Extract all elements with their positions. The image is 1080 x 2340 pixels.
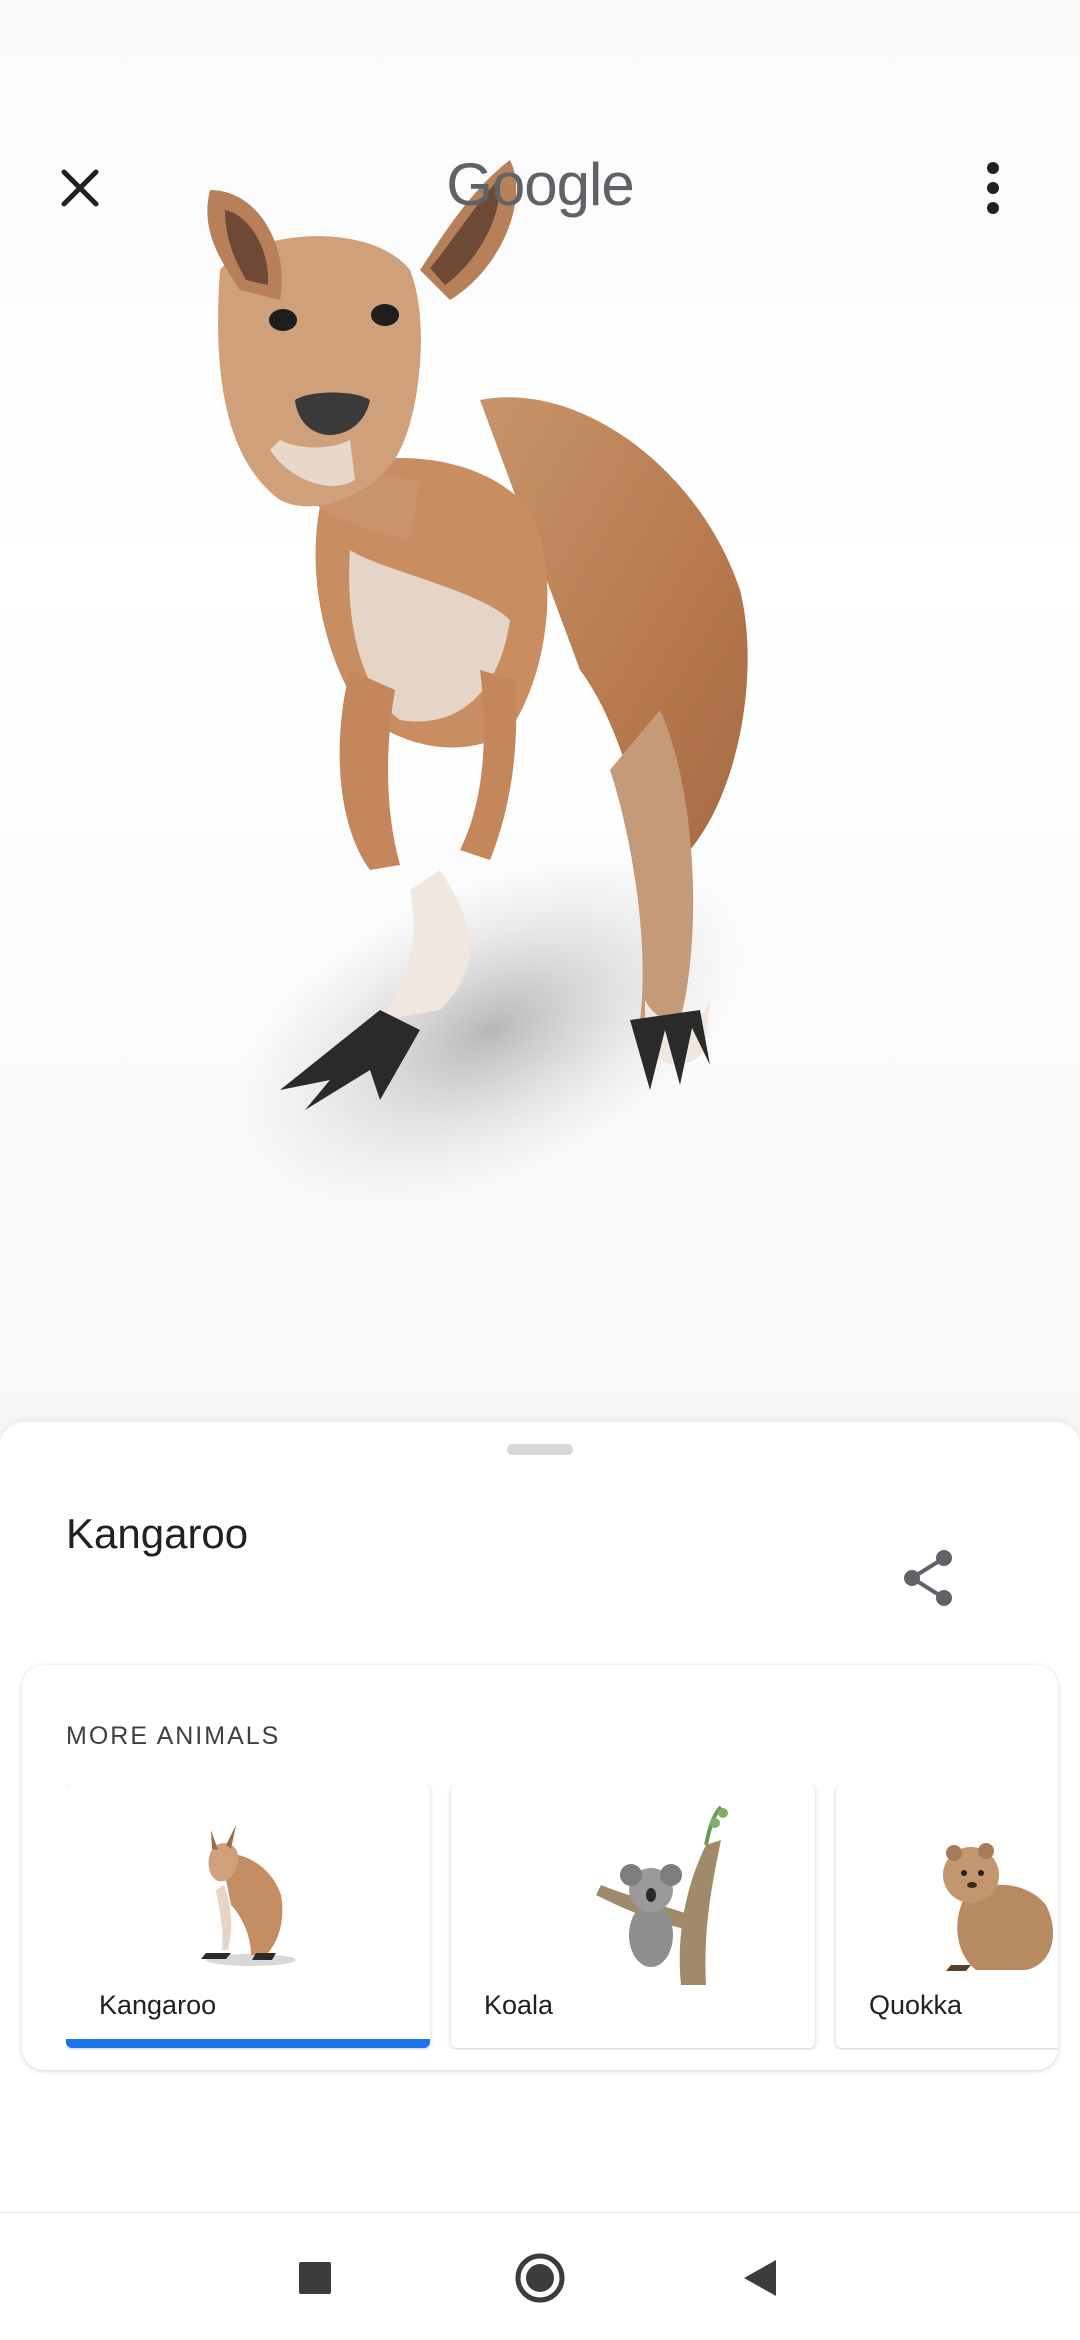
triangle-back-icon [744, 2260, 776, 2296]
circle-icon [515, 2253, 565, 2303]
back-button[interactable] [715, 2233, 805, 2323]
square-icon [299, 2262, 331, 2294]
more-animals-heading: MORE ANIMALS [66, 1722, 281, 1750]
info-bottom-sheet: Kangaroo MORE ANIMALS Kangaroo Koala Quo… [0, 1422, 1080, 2212]
animal-tile-label: Kangaroo [99, 1990, 217, 2020]
selected-indicator [66, 2039, 430, 2048]
animal-tile-label: Koala [484, 1990, 554, 2020]
animal-tile-koala[interactable]: Koala [451, 1785, 815, 2048]
sheet-drag-handle[interactable] [507, 1444, 573, 1455]
kangaroo-3d-model[interactable] [180, 150, 800, 1260]
animal-tile-label: Quokka [869, 1990, 963, 2020]
share-icon [904, 1550, 952, 1606]
animal-title: Kangaroo [66, 1510, 249, 1557]
more-animals-card: MORE ANIMALS Kangaroo Koala Quokka [22, 1665, 1058, 2070]
kangaroo-illustration [207, 160, 752, 1211]
animal-tile-quokka[interactable]: Quokka [836, 1785, 1058, 2048]
animal-tile-kangaroo[interactable]: Kangaroo [66, 1785, 430, 2048]
screen: Google Kangaroo MORE ANIMALS Kangaroo Ko… [0, 0, 1080, 2340]
system-nav-bar [0, 2212, 1080, 2340]
quokka-thumbnail [943, 1843, 1054, 1971]
google-logo: Google [446, 151, 634, 218]
share-button[interactable] [880, 1530, 976, 1626]
animals-carousel[interactable]: Kangaroo Koala Quokka [66, 1785, 1058, 2050]
kangaroo-thumbnail [201, 1825, 296, 1966]
recents-button[interactable] [270, 2233, 360, 2323]
home-button[interactable] [495, 2233, 585, 2323]
koala-thumbnail [596, 1805, 728, 1985]
3d-viewer[interactable]: Google [0, 0, 1080, 1440]
